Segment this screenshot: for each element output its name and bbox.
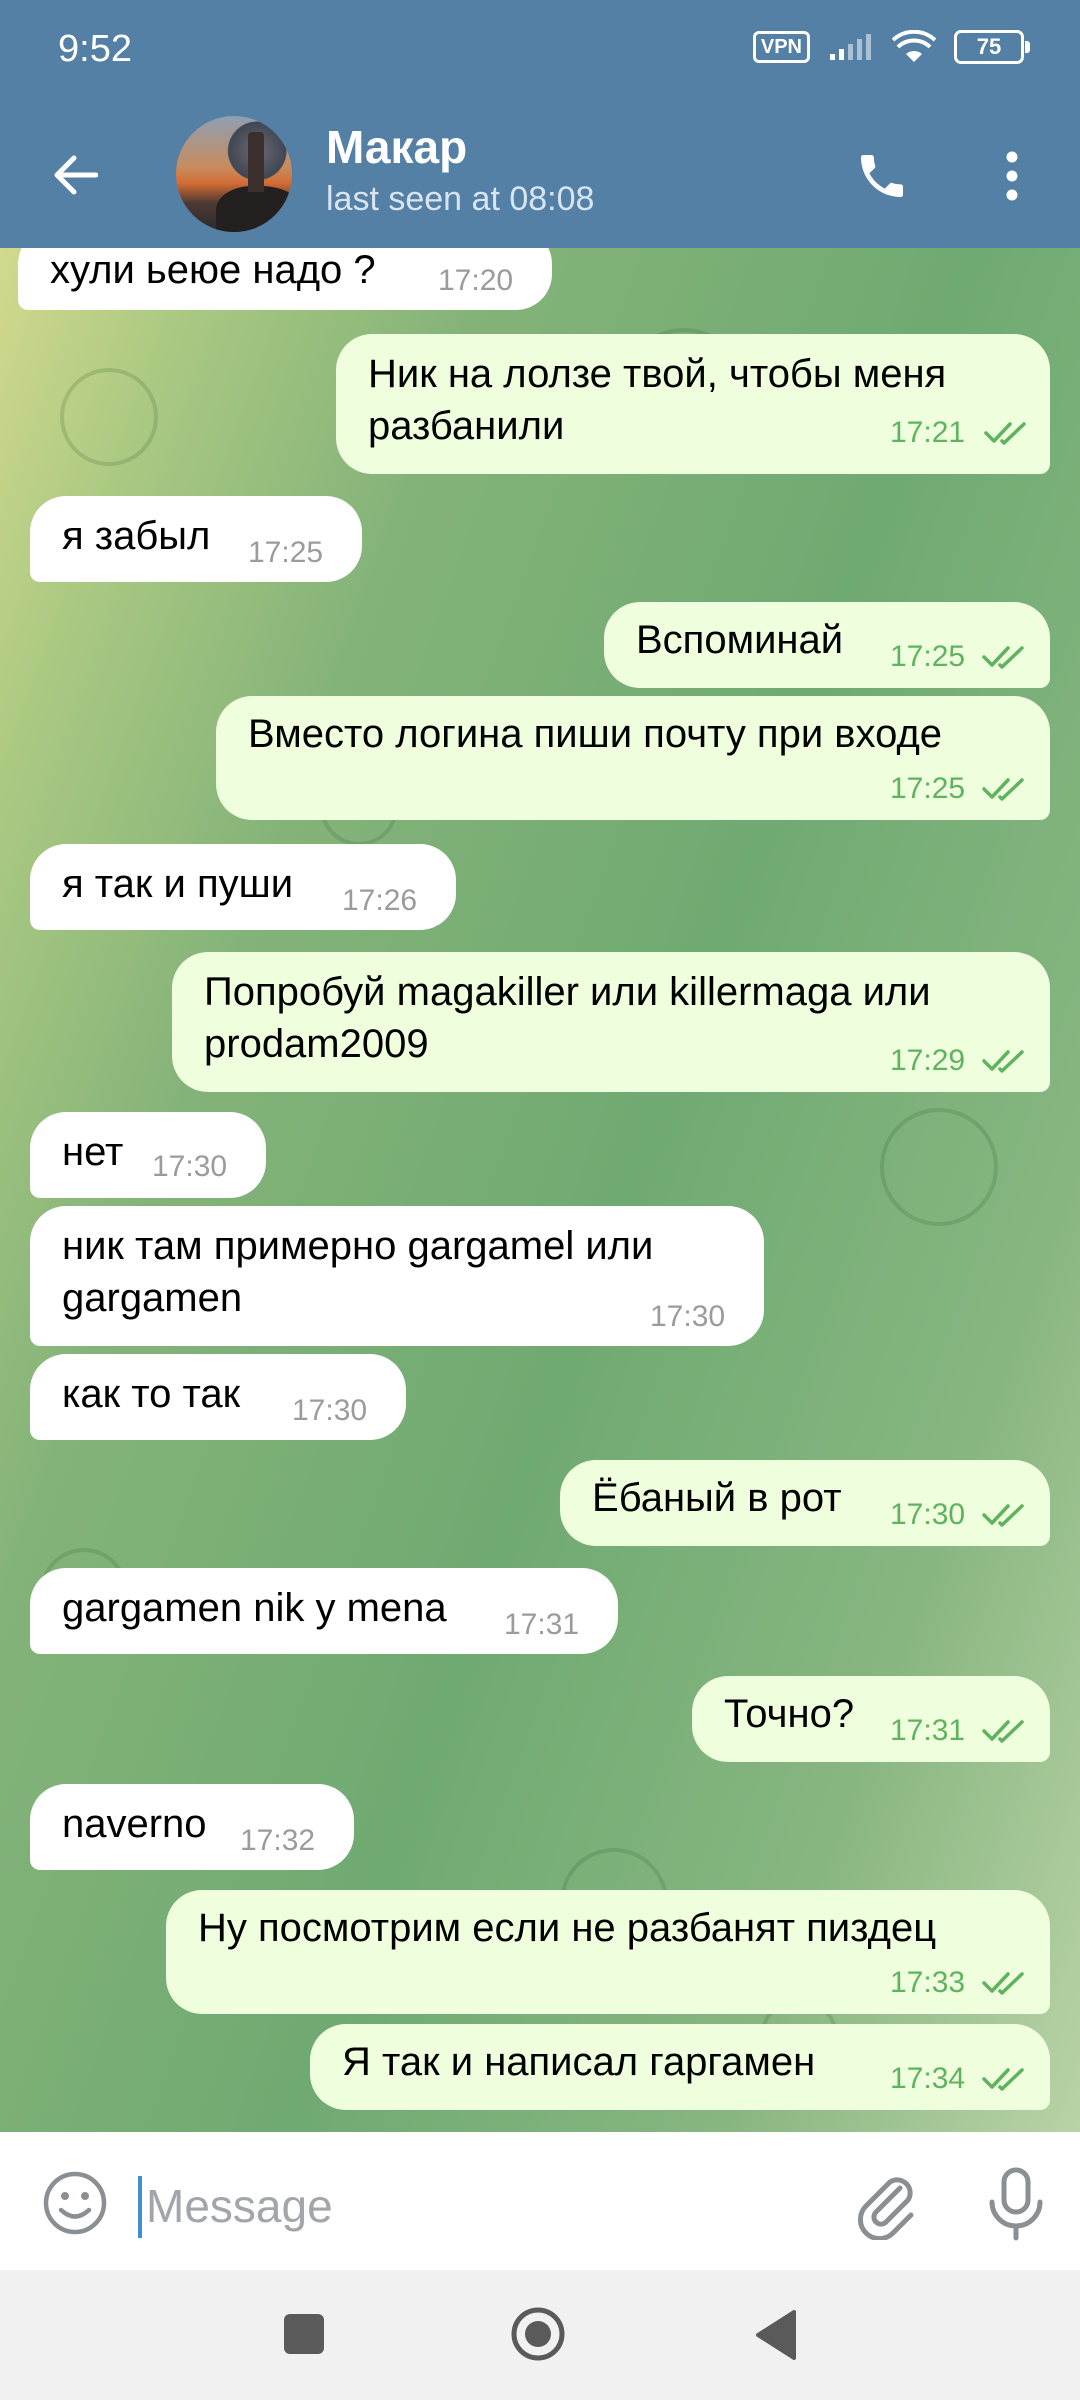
text-cursor: [138, 2176, 142, 2238]
message-outgoing[interactable]: Попробуй magakiller или killermaga или p…: [172, 952, 1050, 1092]
contact-name[interactable]: Макар: [326, 120, 467, 174]
phone-icon: [861, 155, 903, 197]
message-time: 17:34: [890, 2062, 966, 2095]
read-ticks-icon: [982, 2068, 1024, 2091]
message-time: 17:31: [890, 1714, 966, 1747]
avatar[interactable]: [176, 116, 292, 232]
wifi-icon: [892, 30, 936, 62]
message-incoming[interactable]: я так и пуши 17:26: [30, 844, 456, 930]
message-outgoing[interactable]: Вместо логина пиши почту при входе 17:25: [216, 696, 1050, 820]
message-time: 17:29: [890, 1044, 966, 1077]
message-time: 17:31: [504, 1608, 580, 1641]
message-text: naverno: [62, 1802, 207, 1846]
message-outgoing[interactable]: Точно? 17:31: [692, 1676, 1050, 1762]
message-time: 17:32: [240, 1824, 316, 1857]
back-arrow-icon: [54, 155, 98, 195]
message-incoming[interactable]: хули ьеюе надо ? 17:20: [18, 248, 552, 310]
message-text: Вспоминай: [636, 618, 844, 662]
message-time: 17:25: [890, 640, 966, 673]
message-text: нет: [62, 1130, 124, 1174]
message-outgoing[interactable]: Я так и написал гаргамен 17:34: [310, 2024, 1050, 2110]
message-outgoing[interactable]: Вспоминай 17:25: [604, 602, 1050, 688]
message-text: Попробуй magakiller или killermaga или p…: [204, 970, 931, 1066]
home-button[interactable]: [510, 2306, 566, 2362]
more-vertical-icon: [1006, 151, 1018, 201]
message-incoming[interactable]: gargamen nik y mena 17:31: [30, 1568, 618, 1654]
recent-apps-button[interactable]: [284, 2314, 324, 2354]
message-time: 17:25: [248, 536, 324, 569]
message-incoming[interactable]: я забыл 17:25: [30, 496, 362, 582]
message-text: я забыл: [62, 514, 211, 558]
back-button[interactable]: [40, 140, 110, 210]
message-time: 17:30: [292, 1394, 368, 1427]
battery-icon: 75: [954, 30, 1030, 64]
more-options-button[interactable]: [982, 140, 1042, 212]
chat-header: Макар last seen at 08:08: [0, 100, 1080, 248]
message-incoming[interactable]: ник там примерно gargamel или gargamen 1…: [30, 1206, 764, 1346]
call-button[interactable]: [846, 140, 918, 212]
message-incoming[interactable]: naverno 17:32: [30, 1784, 354, 1870]
message-text: Ник на лолзе твой, чтобы меня разбанили: [368, 352, 947, 448]
message-text: Ёбаный в рот: [592, 1476, 842, 1520]
message-text: Точно?: [724, 1692, 855, 1736]
status-icons: VPN 75: [752, 30, 1030, 64]
read-ticks-icon: [982, 778, 1024, 801]
message-time: 17:20: [438, 264, 514, 297]
message-text: Вместо логина пиши почту при входе: [248, 712, 943, 756]
read-ticks-icon: [982, 1050, 1024, 1073]
read-ticks-icon: [982, 646, 1024, 669]
message-text: gargamen nik y mena: [62, 1586, 447, 1630]
read-ticks-icon: [982, 1972, 1024, 1995]
microphone-icon[interactable]: [976, 2164, 1056, 2244]
read-ticks-icon: [982, 1720, 1024, 1743]
message-outgoing[interactable]: Ну посмотрим если не разбанят пиздец 17:…: [166, 1890, 1050, 2014]
message-time: 17:30: [890, 1498, 966, 1531]
last-seen-status: last seen at 08:08: [326, 180, 595, 218]
message-time: 17:21: [890, 416, 966, 449]
message-time: 17:26: [342, 884, 418, 917]
message-text: я так и пуши: [62, 862, 294, 906]
signal-icon: [830, 34, 871, 60]
message-outgoing[interactable]: Ник на лолзе твой, чтобы меня разбанили …: [336, 334, 1050, 474]
emoji-icon[interactable]: [40, 2168, 110, 2238]
message-incoming[interactable]: как то так 17:30: [30, 1354, 406, 1440]
system-navigation-bar: [0, 2270, 1080, 2400]
message-text: Ну посмотрим если не разбанят пиздец: [198, 1906, 937, 1950]
status-time: 9:52: [58, 28, 132, 70]
message-time: 17:30: [152, 1150, 228, 1183]
paperclip-icon[interactable]: [848, 2166, 922, 2240]
message-text: ник там примерно gargamel или gargamen: [62, 1224, 654, 1320]
message-time: 17:33: [890, 1966, 966, 1999]
read-ticks-icon: [982, 1504, 1024, 1527]
vpn-icon: VPN: [752, 31, 810, 63]
message-input[interactable]: [146, 2168, 826, 2244]
message-text: Я так и написал гаргамен: [342, 2040, 816, 2084]
message-text: как то так: [62, 1372, 241, 1416]
message-incoming[interactable]: нет 17:30: [30, 1112, 266, 1198]
message-composer: [0, 2132, 1080, 2270]
message-text: хули ьеюе надо ?: [50, 248, 376, 292]
status-bar: 9:52 VPN 75: [0, 0, 1080, 100]
message-list[interactable]: хули ьеюе надо ? 17:20 Ник на лолзе твой…: [0, 248, 1080, 2132]
message-outgoing[interactable]: Ёбаный в рот 17:30: [560, 1460, 1050, 1546]
system-back-button[interactable]: [752, 2308, 798, 2362]
read-ticks-icon: [984, 422, 1026, 445]
message-time: 17:25: [890, 772, 966, 805]
message-time: 17:30: [650, 1300, 726, 1333]
